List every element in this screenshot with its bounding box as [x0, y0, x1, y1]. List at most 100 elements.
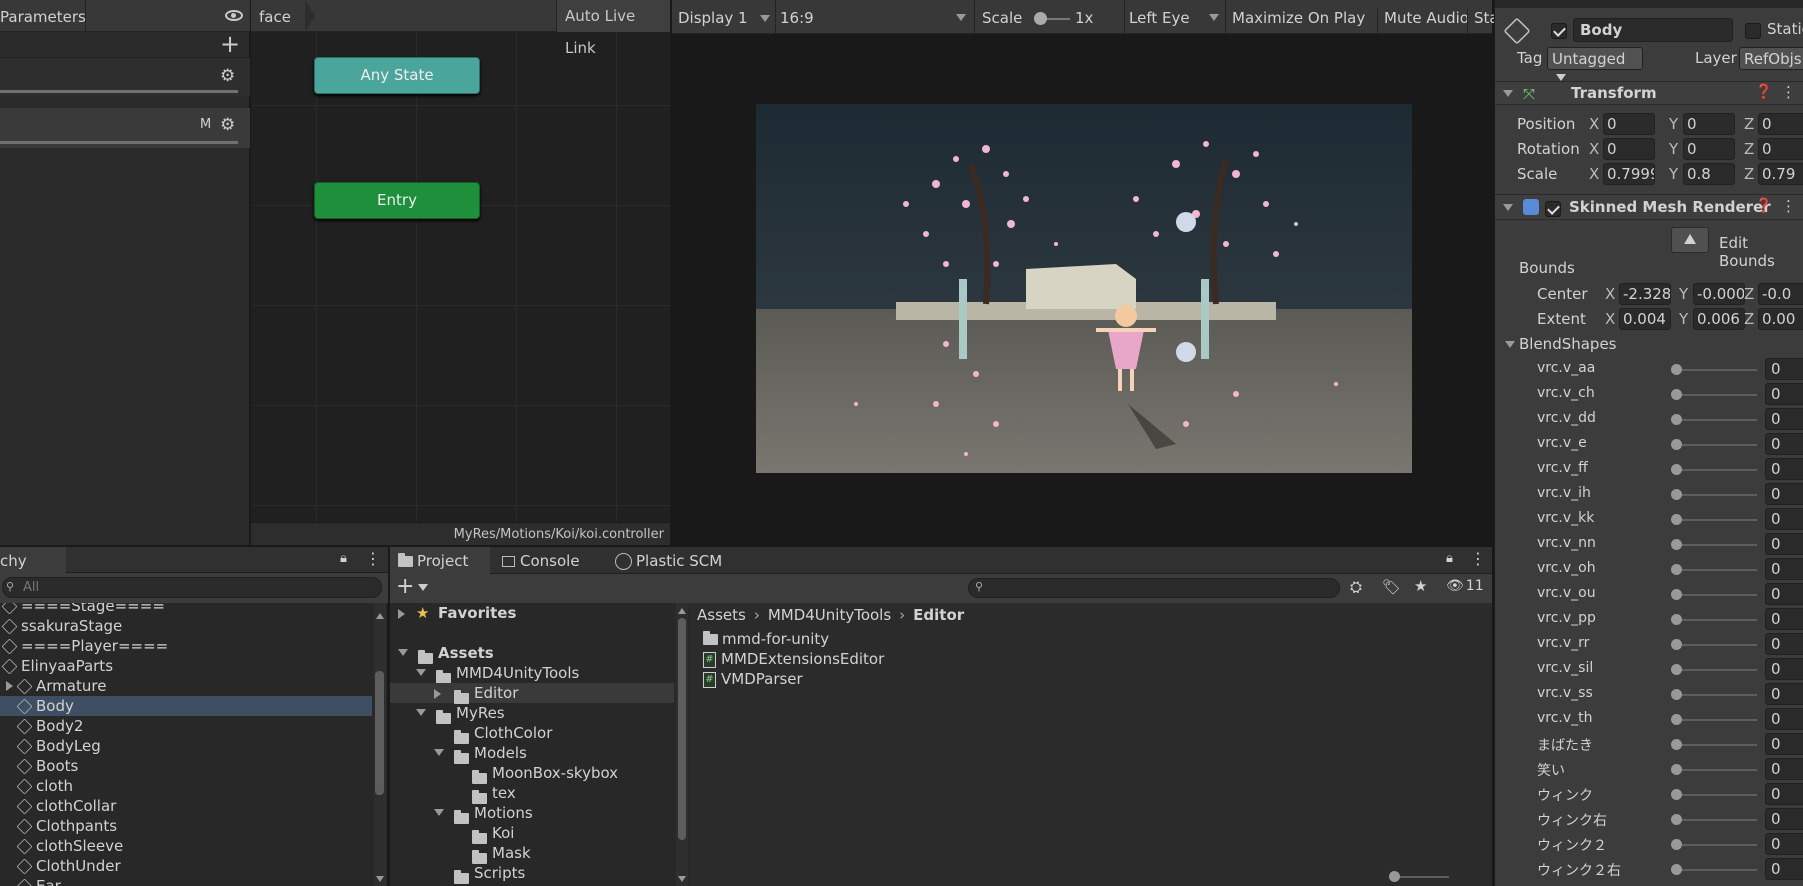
scroll-down-icon[interactable] — [376, 876, 384, 882]
blendshape-value-field[interactable]: 0 — [1765, 383, 1803, 405]
hierarchy-item[interactable]: Body2 — [0, 716, 372, 736]
aspect-dropdown[interactable]: 16:9 — [775, 0, 975, 34]
settings-icon[interactable]: ⋮ — [1781, 197, 1796, 215]
layer-row-1[interactable]: ⚙ — [0, 58, 250, 96]
blendshape-value-field[interactable]: 0 — [1765, 858, 1803, 880]
project-tree-item[interactable]: Koi — [390, 823, 674, 844]
x-field[interactable]: 0.004 — [1619, 308, 1671, 330]
project-file-item[interactable]: mmd-for-unity — [703, 629, 829, 649]
more-menu-icon[interactable]: ⋮ — [365, 549, 381, 568]
scroll-thumb[interactable] — [678, 618, 686, 840]
hierarchy-item[interactable]: ElinyaaParts — [0, 656, 372, 676]
slider-knob[interactable] — [1671, 489, 1682, 500]
layer-dropdown[interactable]: RefObjs — [1739, 47, 1803, 70]
blendshape-value-field[interactable]: 0 — [1765, 533, 1803, 555]
z-field[interactable]: 0.00 — [1758, 308, 1803, 330]
tag-dropdown[interactable]: Untagged — [1547, 47, 1643, 81]
project-tree-item[interactable]: ★ Favorites — [390, 603, 674, 623]
blendshape-slider[interactable] — [1671, 689, 1757, 700]
blendshape-value-field[interactable]: 0 — [1765, 608, 1803, 630]
z-field[interactable]: 0 — [1758, 113, 1803, 135]
tab-project[interactable]: Project — [390, 547, 490, 574]
blendshape-value-field[interactable]: 0 — [1765, 483, 1803, 505]
hierarchy-item[interactable]: cloth — [0, 776, 372, 796]
breadcrumb-item[interactable]: MMD4UnityTools — [768, 606, 891, 624]
icon-size-slider[interactable] — [1389, 871, 1449, 882]
filter-by-label-icon[interactable]: 🏷︎ — [1382, 578, 1401, 596]
blendshape-slider[interactable] — [1671, 489, 1757, 500]
scale-slider[interactable] — [1034, 12, 1070, 25]
blendshape-value-field[interactable]: 0 — [1765, 658, 1803, 680]
project-tree-item[interactable]: Editor — [390, 683, 674, 704]
blendshape-slider[interactable] — [1671, 739, 1757, 750]
hidden-packages-icon[interactable]: 👁︎ 11 — [1446, 578, 1484, 594]
blendshape-slider[interactable] — [1671, 564, 1757, 575]
edit-bounds-button[interactable]: ⛰ — [1671, 227, 1709, 253]
settings-icon[interactable]: ⋮ — [1781, 83, 1796, 101]
x-field[interactable]: 0 — [1603, 138, 1655, 160]
slider-knob[interactable] — [1671, 864, 1682, 875]
blendshape-slider[interactable] — [1671, 814, 1757, 825]
blendshape-value-field[interactable]: 0 — [1765, 833, 1803, 855]
y-field[interactable]: 0 — [1683, 138, 1735, 160]
slider-knob[interactable] — [1671, 614, 1682, 625]
slider-knob[interactable] — [1671, 364, 1682, 375]
project-file-item[interactable]: # MMDExtensionsEditor — [703, 649, 884, 669]
slider-knob[interactable] — [1671, 464, 1682, 475]
blendshape-slider[interactable] — [1671, 664, 1757, 675]
slider-knob[interactable] — [1671, 639, 1682, 650]
slider-knob[interactable] — [1671, 664, 1682, 675]
x-field[interactable]: 0.7999 — [1603, 163, 1655, 185]
expand-arrow-icon[interactable] — [398, 649, 408, 656]
project-tree-item[interactable]: Models — [390, 743, 674, 764]
blendshape-slider[interactable] — [1671, 789, 1757, 800]
hierarchy-item[interactable]: Armature — [0, 676, 372, 696]
transform-header[interactable]: ⤧ Transform ❓ ⋮ — [1495, 81, 1803, 105]
display-dropdown[interactable]: Display 1 — [678, 9, 770, 27]
slider-knob[interactable] — [1671, 514, 1682, 525]
maximize-on-play-button[interactable]: Maximize On Play — [1232, 9, 1365, 27]
eye-icon[interactable] — [225, 10, 243, 21]
hierarchy-item[interactable]: ClothUnder — [0, 856, 372, 876]
blendshape-value-field[interactable]: 0 — [1765, 558, 1803, 580]
blendshape-slider[interactable] — [1671, 614, 1757, 625]
slider-knob[interactable] — [1671, 714, 1682, 725]
hierarchy-item[interactable]: ====Player==== — [0, 636, 372, 656]
blendshape-value-field[interactable]: 0 — [1765, 633, 1803, 655]
project-tree-item[interactable]: Assets — [390, 643, 674, 664]
lock-icon[interactable]: 🔒︎ — [340, 551, 347, 566]
favorite-star-icon[interactable]: ★ — [1414, 577, 1427, 595]
hierarchy-search-input[interactable]: All — [2, 577, 382, 598]
lock-icon[interactable]: 🔒︎ — [1446, 551, 1453, 566]
slider-knob[interactable] — [1671, 764, 1682, 775]
state-entry[interactable]: Entry — [314, 182, 480, 219]
slider-knob[interactable] — [1671, 389, 1682, 400]
x-field[interactable]: 0 — [1603, 113, 1655, 135]
blendshape-value-field[interactable]: 0 — [1765, 733, 1803, 755]
hierarchy-item[interactable]: Clothpants — [0, 816, 372, 836]
project-tree-scrollbar[interactable] — [676, 603, 688, 886]
slider-knob[interactable] — [1671, 414, 1682, 425]
active-checkbox[interactable] — [1551, 21, 1567, 39]
static-checkbox[interactable] — [1745, 21, 1761, 39]
y-field[interactable]: -0.000 — [1693, 283, 1745, 305]
blendshape-slider[interactable] — [1671, 714, 1757, 725]
slider-knob[interactable] — [1671, 539, 1682, 550]
project-search-input[interactable]: ⚲ — [968, 578, 1340, 598]
scroll-down-icon[interactable] — [678, 876, 686, 882]
game-render[interactable] — [756, 104, 1412, 473]
z-field[interactable]: 0 — [1758, 138, 1803, 160]
hierarchy-item[interactable]: ssakuraStage — [0, 616, 372, 636]
eye-dropdown[interactable]: Left Eye — [1124, 0, 1226, 34]
state-any-state[interactable]: Any State — [314, 57, 480, 94]
help-icon[interactable]: ❓ — [1755, 198, 1772, 214]
blendshape-value-field[interactable]: 0 — [1765, 408, 1803, 430]
collapse-icon[interactable] — [1503, 204, 1513, 211]
hierarchy-item[interactable]: BodyLeg — [0, 736, 372, 756]
project-tree-item[interactable]: MoonBox-skybox — [390, 763, 674, 784]
slider-knob[interactable] — [1671, 589, 1682, 600]
blendshape-slider[interactable] — [1671, 389, 1757, 400]
project-tree-item[interactable] — [390, 623, 674, 643]
blendshape-value-field[interactable]: 0 — [1765, 808, 1803, 830]
gear-icon[interactable]: ⚙ — [220, 115, 235, 135]
